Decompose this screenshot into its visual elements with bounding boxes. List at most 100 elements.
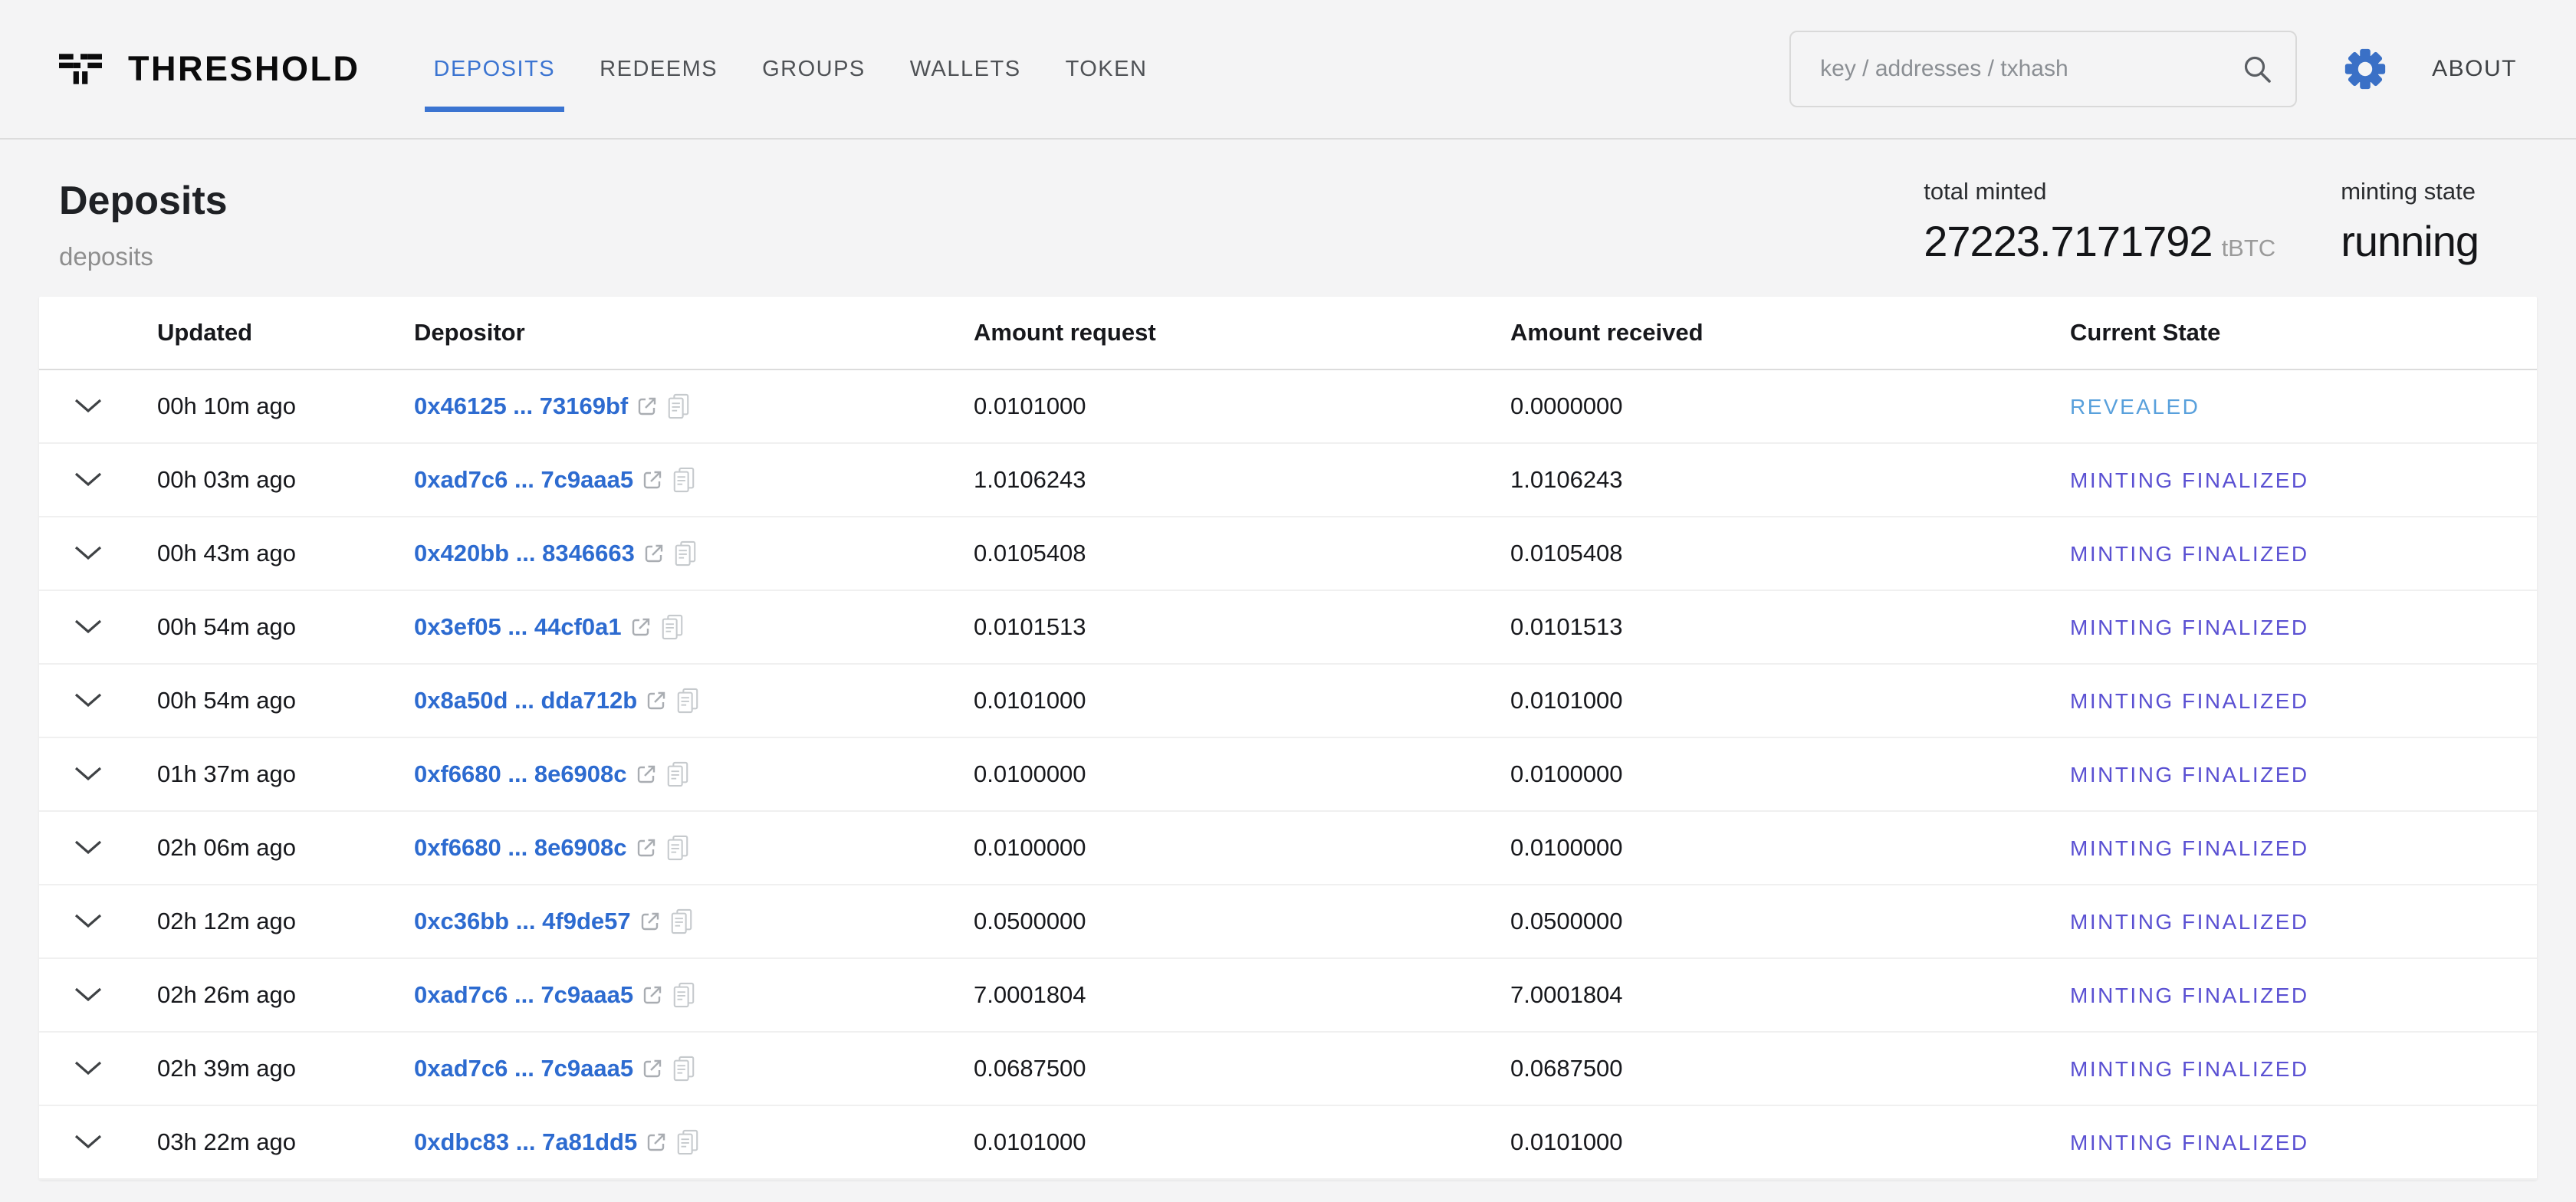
deposit-updated: 02h 39m ago bbox=[157, 1055, 414, 1082]
nav-tab-wallets[interactable]: WALLETS bbox=[910, 56, 1021, 82]
copy-address-icon[interactable] bbox=[675, 687, 700, 714]
deposit-amount-request: 0.0101000 bbox=[974, 392, 1510, 420]
copy-address-icon[interactable] bbox=[673, 540, 698, 567]
deposit-amount-request: 0.0500000 bbox=[974, 908, 1510, 935]
depositor-address-link[interactable]: 0xf6680 ... 8e6908c bbox=[414, 834, 627, 862]
table-row: 00h 54m ago 0x3ef05 ... 44cf0a1 bbox=[39, 591, 2537, 665]
nav-tab-deposits[interactable]: DEPOSITS bbox=[434, 56, 556, 82]
copy-address-icon[interactable] bbox=[665, 760, 690, 788]
depositor-address-link[interactable]: 0x420bb ... 8346663 bbox=[414, 540, 635, 567]
chevron-down-icon[interactable] bbox=[74, 546, 102, 561]
stats-block: total minted 27223.7171792tBTC minting s… bbox=[1924, 178, 2479, 266]
deposit-state: MINTING FINALIZED bbox=[2070, 910, 2309, 934]
state-cell: MINTING FINALIZED bbox=[2070, 466, 2537, 494]
deposit-state: MINTING FINALIZED bbox=[2070, 1131, 2309, 1154]
table-row: 00h 10m ago 0x46125 ... 73169bf bbox=[39, 370, 2537, 444]
deposit-amount-received: 0.0100000 bbox=[1510, 760, 2070, 788]
deposit-updated: 00h 43m ago bbox=[157, 540, 414, 567]
depositor-address-link[interactable]: 0x3ef05 ... 44cf0a1 bbox=[414, 613, 622, 641]
deposit-amount-received: 0.0101513 bbox=[1510, 613, 2070, 641]
deposit-updated: 00h 10m ago bbox=[157, 392, 414, 420]
copy-address-icon[interactable] bbox=[666, 392, 691, 420]
external-link-icon[interactable] bbox=[641, 468, 664, 491]
deposit-state: MINTING FINALIZED bbox=[2070, 984, 2309, 1007]
state-cell: MINTING FINALIZED bbox=[2070, 1128, 2537, 1156]
chevron-down-icon[interactable] bbox=[74, 1135, 102, 1150]
about-link[interactable]: ABOUT bbox=[2432, 56, 2517, 82]
chevron-down-icon[interactable] bbox=[74, 693, 102, 708]
copy-address-icon[interactable] bbox=[665, 834, 690, 862]
deposit-updated: 00h 54m ago bbox=[157, 613, 414, 641]
depositor-cell: 0x420bb ... 8346663 bbox=[414, 540, 974, 567]
table-row: 00h 43m ago 0x420bb ... 8346663 bbox=[39, 517, 2537, 591]
expand-cell bbox=[39, 1055, 157, 1082]
deposit-amount-received: 0.0687500 bbox=[1510, 1055, 2070, 1082]
deposit-amount-received: 0.0101000 bbox=[1510, 1128, 2070, 1156]
depositor-cell: 0xdbc83 ... 7a81dd5 bbox=[414, 1128, 974, 1156]
external-link-icon[interactable] bbox=[642, 542, 665, 565]
stat-unit: tBTC bbox=[2222, 235, 2276, 261]
nav-tab-groups[interactable]: GROUPS bbox=[762, 56, 866, 82]
external-link-icon[interactable] bbox=[641, 984, 664, 1007]
external-link-icon[interactable] bbox=[635, 836, 658, 859]
deposit-state: MINTING FINALIZED bbox=[2070, 542, 2309, 566]
depositor-address-link[interactable]: 0xad7c6 ... 7c9aaa5 bbox=[414, 1055, 633, 1082]
depositor-cell: 0x46125 ... 73169bf bbox=[414, 392, 974, 420]
depositor-address-link[interactable]: 0xad7c6 ... 7c9aaa5 bbox=[414, 466, 633, 494]
copy-address-icon[interactable] bbox=[669, 908, 694, 935]
deposit-state: MINTING FINALIZED bbox=[2070, 763, 2309, 787]
stat-total-minted: total minted 27223.7171792tBTC bbox=[1924, 178, 2275, 266]
settings-gear-icon[interactable] bbox=[2341, 45, 2389, 93]
depositor-address-link[interactable]: 0xdbc83 ... 7a81dd5 bbox=[414, 1128, 637, 1156]
stat-minting-state: minting state running bbox=[2341, 178, 2479, 266]
search-input[interactable] bbox=[1820, 56, 2242, 82]
depositor-address-link[interactable]: 0x8a50d ... dda712b bbox=[414, 687, 637, 714]
depositor-address-link[interactable]: 0x46125 ... 73169bf bbox=[414, 392, 628, 420]
copy-address-icon[interactable] bbox=[660, 613, 685, 641]
deposit-updated: 02h 06m ago bbox=[157, 834, 414, 862]
chevron-down-icon[interactable] bbox=[74, 840, 102, 856]
chevron-down-icon[interactable] bbox=[74, 1061, 102, 1076]
column-header-amount-request: Amount request bbox=[974, 319, 1510, 346]
external-link-icon[interactable] bbox=[645, 689, 668, 712]
expand-cell bbox=[39, 466, 157, 494]
nav-tab-redeems[interactable]: REDEEMS bbox=[600, 56, 718, 82]
deposit-updated: 00h 54m ago bbox=[157, 687, 414, 714]
external-link-icon[interactable] bbox=[639, 910, 662, 933]
depositor-cell: 0xad7c6 ... 7c9aaa5 bbox=[414, 466, 974, 494]
external-link-icon[interactable] bbox=[645, 1131, 668, 1154]
state-cell: MINTING FINALIZED bbox=[2070, 687, 2537, 714]
depositor-address-link[interactable]: 0xf6680 ... 8e6908c bbox=[414, 760, 627, 788]
deposit-updated: 02h 26m ago bbox=[157, 981, 414, 1009]
expand-cell bbox=[39, 760, 157, 788]
depositor-address-link[interactable]: 0xc36bb ... 4f9de57 bbox=[414, 908, 631, 935]
stat-value: running bbox=[2341, 216, 2479, 266]
chevron-down-icon[interactable] bbox=[74, 399, 102, 414]
depositor-cell: 0xf6680 ... 8e6908c bbox=[414, 834, 974, 862]
main-nav: DEPOSITS REDEEMS GROUPS WALLETS TOKEN bbox=[434, 56, 1148, 82]
copy-address-icon[interactable] bbox=[672, 981, 696, 1009]
external-link-icon[interactable] bbox=[635, 763, 658, 786]
column-header-updated: Updated bbox=[157, 319, 414, 346]
nav-tab-token[interactable]: TOKEN bbox=[1066, 56, 1148, 82]
brand-logo[interactable]: THRESHOLD bbox=[59, 49, 360, 89]
search-icon[interactable] bbox=[2242, 54, 2272, 84]
threshold-logo-icon bbox=[59, 54, 102, 84]
chevron-down-icon[interactable] bbox=[74, 914, 102, 929]
copy-address-icon[interactable] bbox=[675, 1128, 700, 1156]
expand-cell bbox=[39, 908, 157, 935]
external-link-icon[interactable] bbox=[629, 616, 652, 639]
external-link-icon[interactable] bbox=[641, 1057, 664, 1080]
deposit-amount-request: 1.0106243 bbox=[974, 466, 1510, 494]
copy-address-icon[interactable] bbox=[672, 466, 696, 494]
chevron-down-icon[interactable] bbox=[74, 767, 102, 782]
expand-cell bbox=[39, 613, 157, 641]
chevron-down-icon[interactable] bbox=[74, 987, 102, 1003]
chevron-down-icon[interactable] bbox=[74, 472, 102, 488]
copy-address-icon[interactable] bbox=[672, 1055, 696, 1082]
top-bar: THRESHOLD DEPOSITS REDEEMS GROUPS WALLETS TO… bbox=[0, 0, 2576, 140]
chevron-down-icon[interactable] bbox=[74, 619, 102, 635]
external-link-icon[interactable] bbox=[636, 395, 659, 418]
depositor-address-link[interactable]: 0xad7c6 ... 7c9aaa5 bbox=[414, 981, 633, 1009]
state-cell: MINTING FINALIZED bbox=[2070, 613, 2537, 641]
